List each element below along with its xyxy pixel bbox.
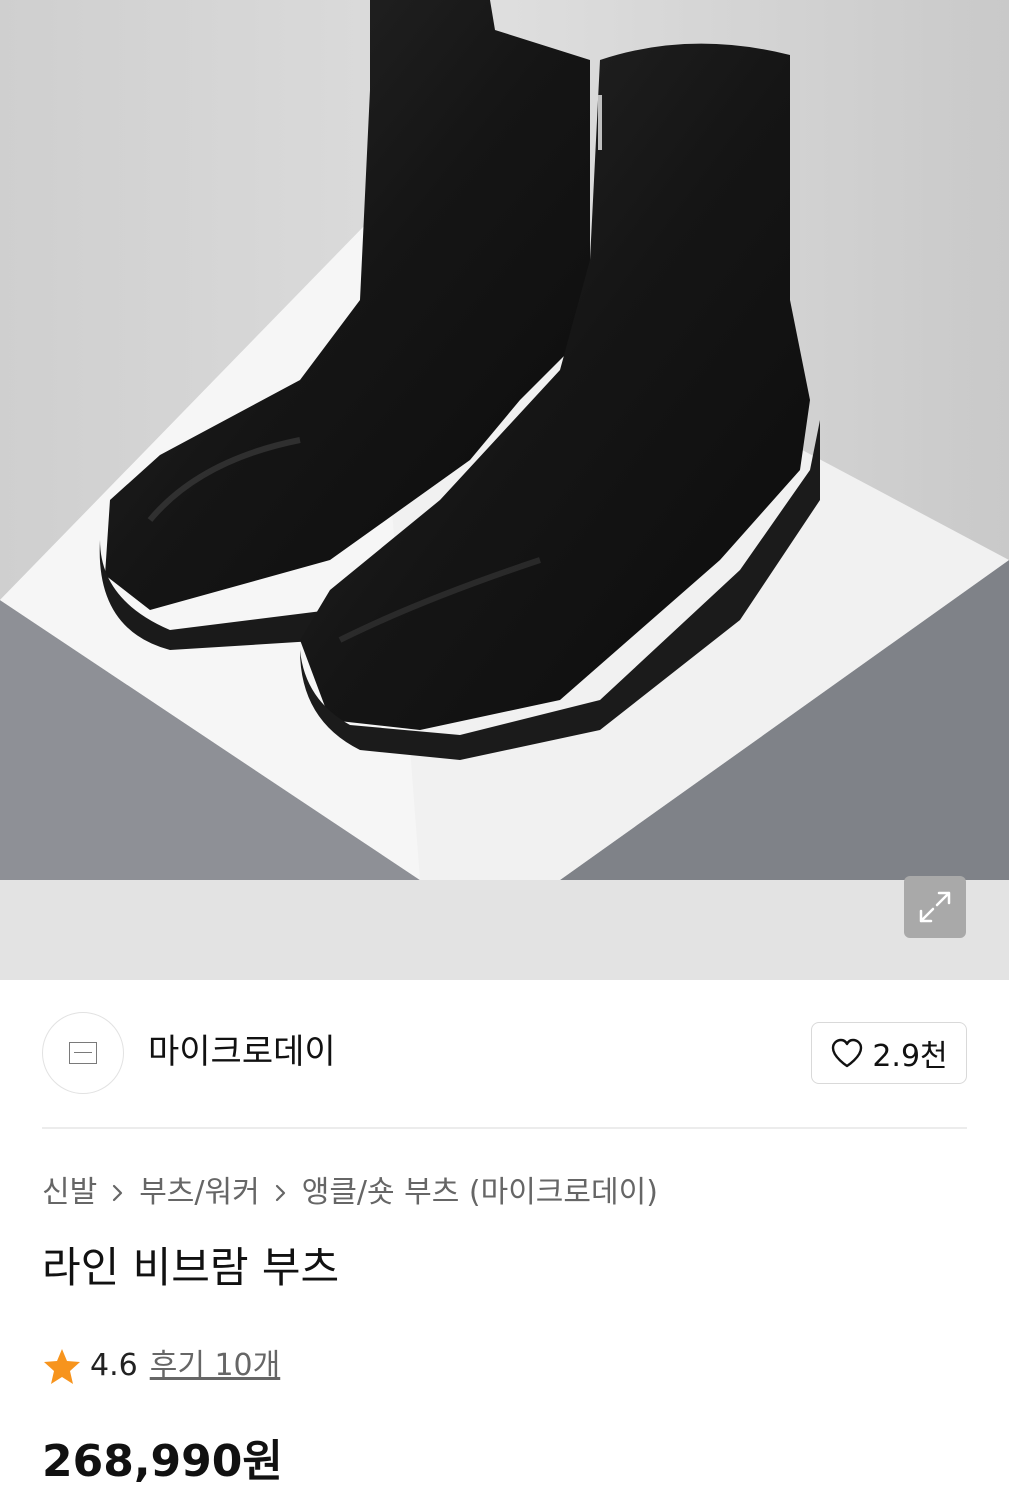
breadcrumb-item-shoes[interactable]: 신발 — [42, 1172, 97, 1214]
heart-icon — [832, 1038, 863, 1068]
like-button[interactable]: 2.9천 — [811, 1022, 967, 1084]
like-count: 2.9천 — [872, 1039, 948, 1074]
product-image-area — [0, 0, 1009, 980]
expand-image-button[interactable] — [904, 876, 966, 938]
divider — [42, 1127, 967, 1129]
brand-row: 마이크로데이 2.9천 — [42, 1012, 967, 1096]
chevron-right-icon — [111, 1182, 125, 1204]
expand-icon — [919, 891, 951, 923]
review-link[interactable]: 후기 10개 — [150, 1344, 281, 1388]
breadcrumb-item-boots-walker[interactable]: 부츠/워커 — [139, 1172, 260, 1214]
breadcrumb: 신발 부츠/워커 앵클/숏 부츠 (마이크로데이) — [42, 1172, 658, 1214]
product-title: 라인 비브람 부츠 — [42, 1243, 340, 1292]
product-price: 268,990원 — [42, 1436, 283, 1487]
rating-row: 4.6 후기 10개 — [42, 1344, 280, 1388]
brand-logo-mark — [69, 1042, 97, 1064]
star-icon — [44, 1349, 80, 1384]
breadcrumb-item-ankle-boots[interactable]: 앵클/숏 부츠 (마이크로데이) — [302, 1172, 658, 1214]
product-photo — [0, 0, 1009, 880]
brand-name[interactable]: 마이크로데이 — [148, 1032, 336, 1072]
chevron-right-icon — [274, 1182, 288, 1204]
brand-logo[interactable] — [42, 1012, 124, 1094]
rating-value: 4.6 — [90, 1348, 138, 1383]
